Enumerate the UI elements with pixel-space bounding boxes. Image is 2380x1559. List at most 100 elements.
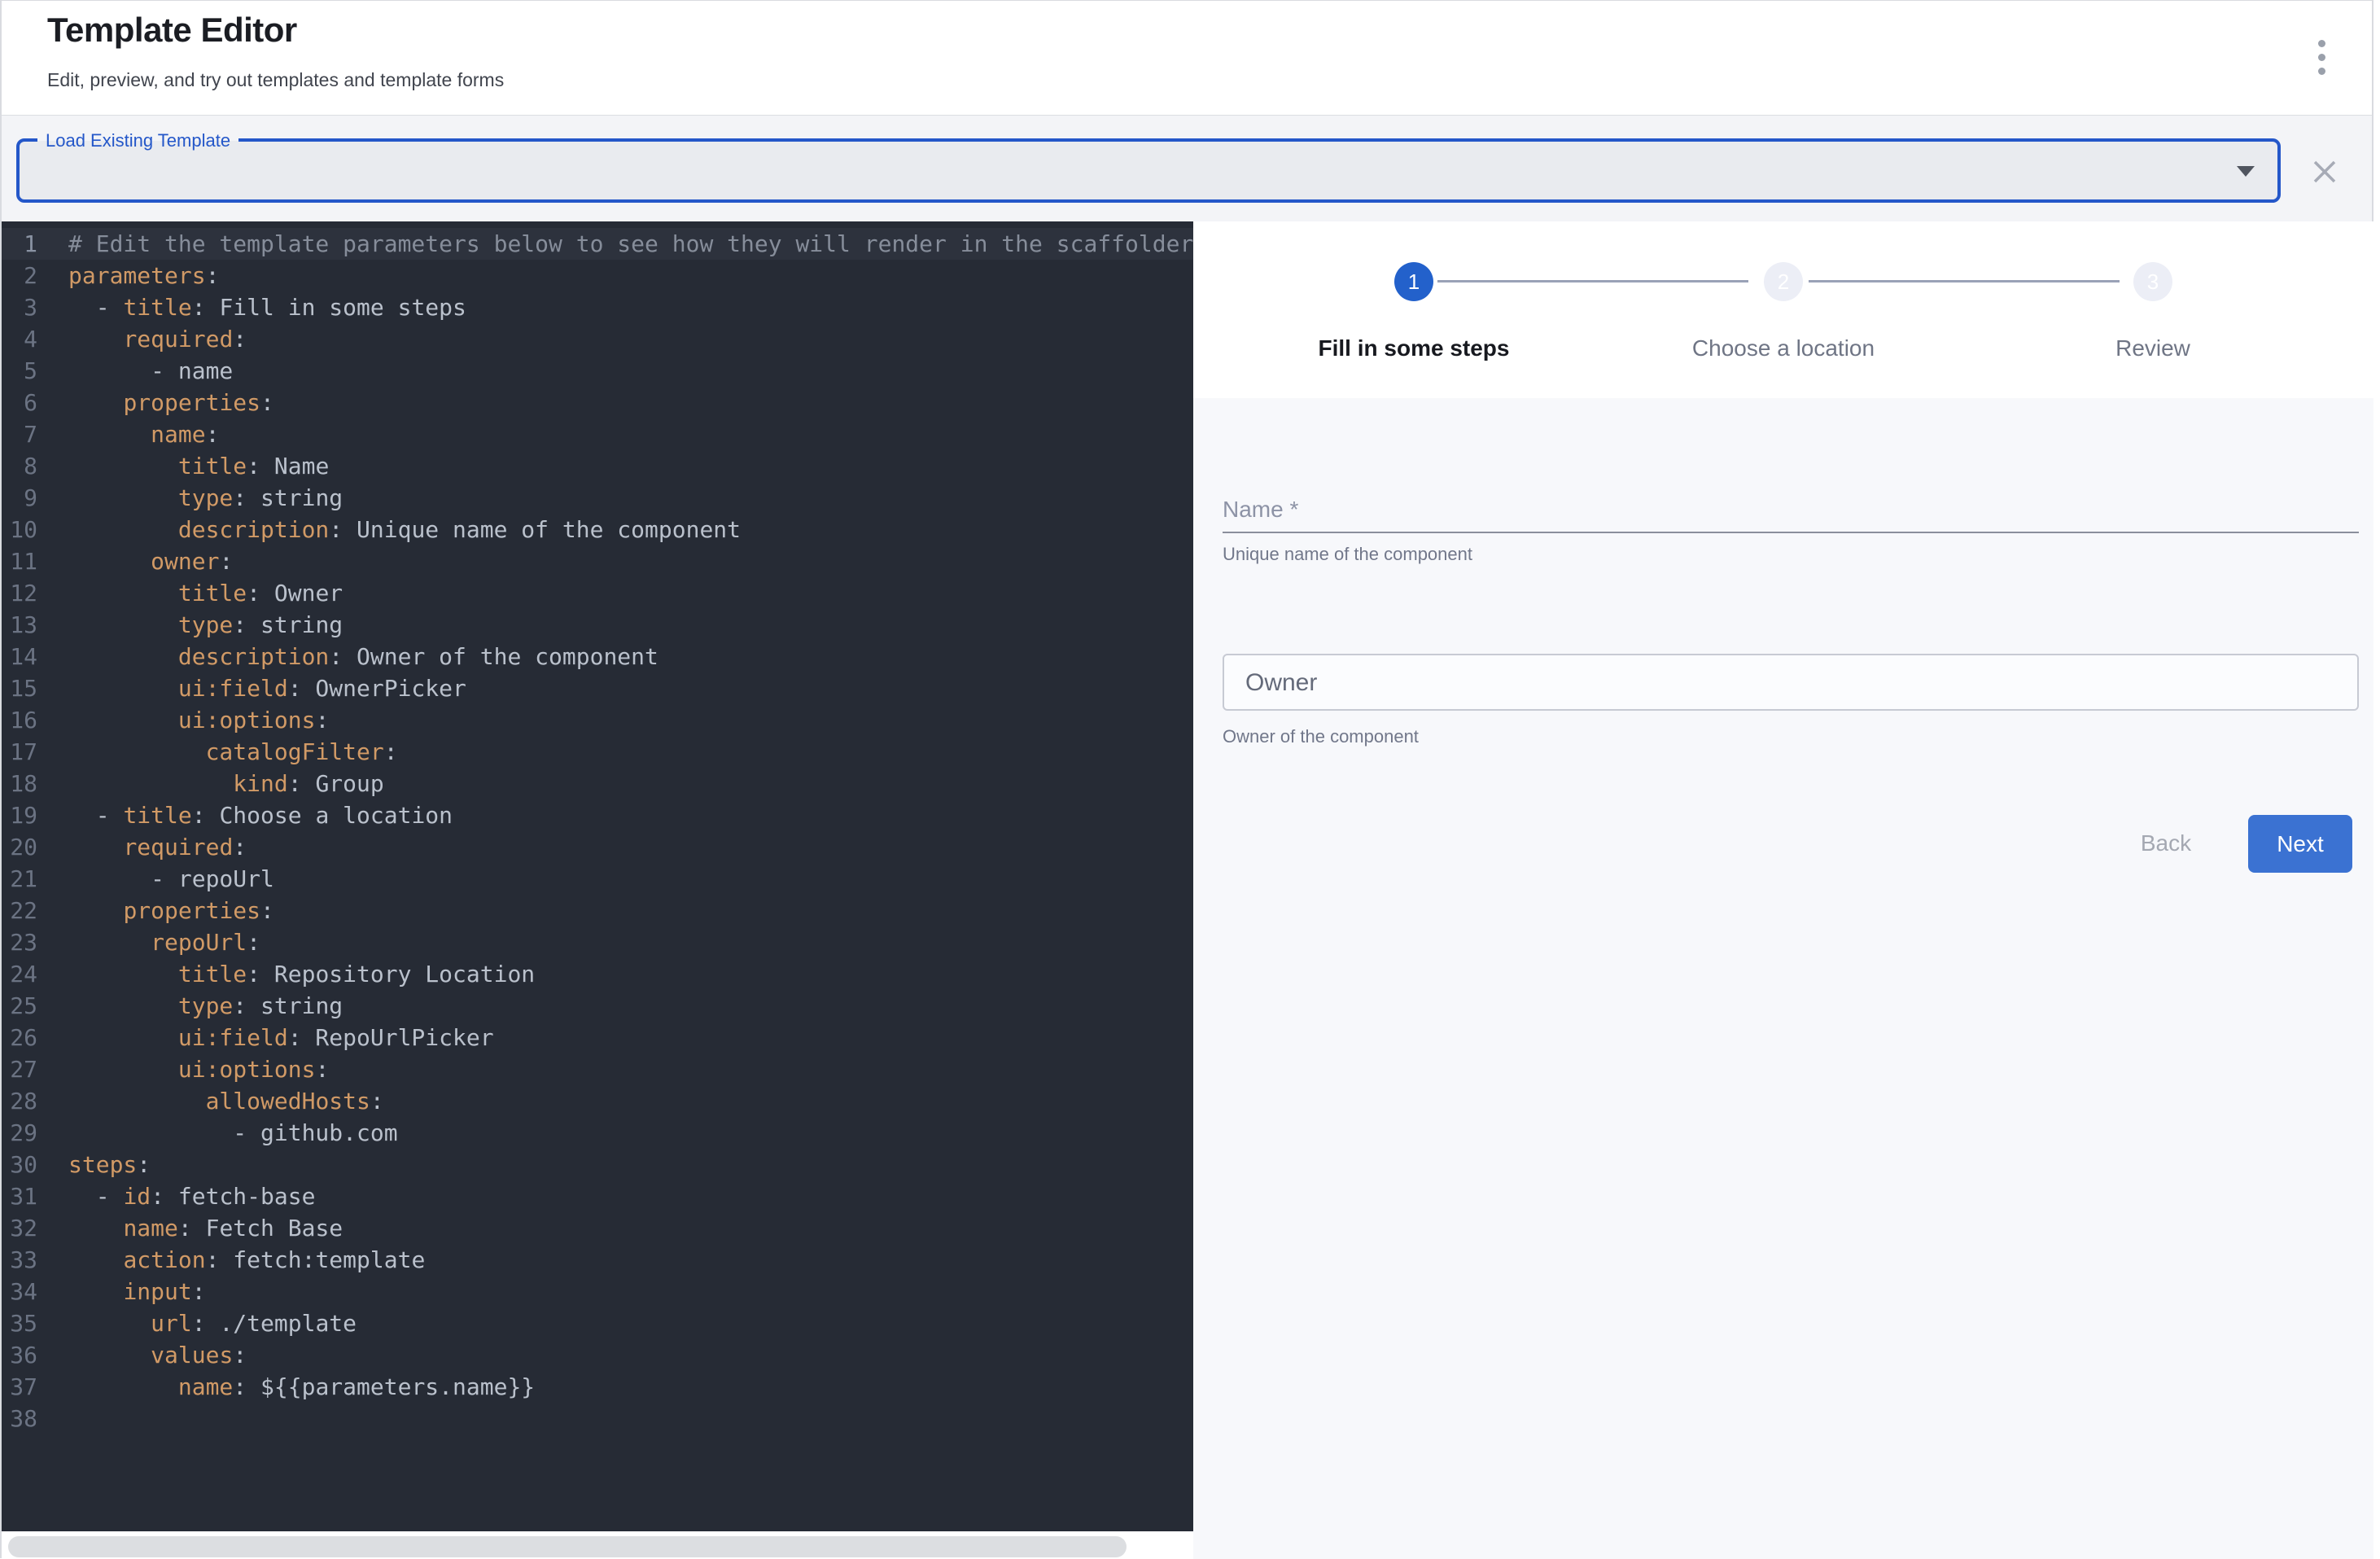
horizontal-scrollbar-track	[2, 1531, 1193, 1559]
line-code: allowedHosts:	[68, 1085, 384, 1117]
line-number: 10	[2, 514, 37, 545]
editor-line: 12 title: Owner	[2, 577, 1193, 609]
page-title: Template Editor	[47, 11, 297, 50]
owner-input[interactable]: Owner	[1223, 654, 2359, 711]
line-number: 26	[2, 1022, 37, 1053]
editor-line: 31 - id: fetch-base	[2, 1180, 1193, 1212]
editor-line: 4 required:	[2, 323, 1193, 355]
editor-line: 28 allowedHosts:	[2, 1085, 1193, 1117]
line-number: 34	[2, 1276, 37, 1307]
line-number: 9	[2, 482, 37, 514]
line-code: kind: Group	[68, 768, 384, 799]
next-button[interactable]: Next	[2248, 815, 2352, 873]
line-number: 15	[2, 672, 37, 704]
line-code: name: Fetch Base	[68, 1212, 343, 1244]
yaml-code-editor[interactable]: 1 # Edit the template parameters below to…	[2, 221, 1193, 1531]
name-input[interactable]	[1223, 482, 2359, 532]
line-code: repoUrl:	[68, 926, 260, 958]
editor-line: 24 title: Repository Location	[2, 958, 1193, 990]
line-number: 22	[2, 895, 37, 926]
line-number: 5	[2, 355, 37, 387]
more-options-button[interactable]	[2297, 28, 2346, 87]
line-code: type: string	[68, 482, 343, 514]
line-code: - name	[68, 355, 233, 387]
line-number: 4	[2, 323, 37, 355]
line-code: description: Owner of the component	[68, 641, 658, 672]
editor-line: 29 - github.com	[2, 1117, 1193, 1149]
line-code: description: Unique name of the componen…	[68, 514, 741, 545]
clear-selection-button[interactable]	[2307, 155, 2343, 190]
line-number: 24	[2, 958, 37, 990]
chevron-down-icon	[2237, 166, 2255, 177]
editor-line: 23 repoUrl:	[2, 926, 1193, 958]
line-number: 8	[2, 450, 37, 482]
line-code: - id: fetch-base	[68, 1180, 315, 1212]
line-code: name: ${{parameters.name}}	[68, 1371, 535, 1403]
editor-line: 30steps:	[2, 1149, 1193, 1180]
editor-line: 35 url: ./template	[2, 1307, 1193, 1339]
editor-line: 2parameters:	[2, 260, 1193, 291]
line-number: 27	[2, 1053, 37, 1085]
line-number: 16	[2, 704, 37, 736]
line-code: - title: Fill in some steps	[68, 291, 466, 323]
line-code: name:	[68, 418, 219, 450]
line-code: title: Repository Location	[68, 958, 535, 990]
line-number: 28	[2, 1085, 37, 1117]
line-code: properties:	[68, 387, 274, 418]
line-number: 23	[2, 926, 37, 958]
editor-line: 22 properties:	[2, 895, 1193, 926]
horizontal-scrollbar-thumb[interactable]	[8, 1536, 1127, 1557]
owner-field-helper: Owner of the component	[1223, 726, 1419, 747]
line-code: - github.com	[68, 1117, 398, 1149]
name-field-underline	[1223, 532, 2359, 533]
load-existing-template-select[interactable]: Load Existing Template	[16, 138, 2281, 203]
line-number: 29	[2, 1117, 37, 1149]
back-button[interactable]: Back	[2121, 819, 2211, 868]
editor-line: 36 values:	[2, 1339, 1193, 1371]
line-number: 31	[2, 1180, 37, 1212]
step-1-circle: 1	[1394, 262, 1433, 301]
line-number: 36	[2, 1339, 37, 1371]
editor-line: 19 - title: Choose a location	[2, 799, 1193, 831]
editor-line: 10 description: Unique name of the compo…	[2, 514, 1193, 545]
line-code: required:	[68, 323, 247, 355]
step-connector-1	[1437, 280, 1748, 282]
editor-line: 6 properties:	[2, 387, 1193, 418]
load-template-section: Load Existing Template	[2, 116, 2372, 221]
line-code: steps:	[68, 1149, 151, 1180]
line-number: 32	[2, 1212, 37, 1244]
editor-line: 25 type: string	[2, 990, 1193, 1022]
line-number: 18	[2, 768, 37, 799]
line-number: 11	[2, 545, 37, 577]
close-icon	[2308, 155, 2341, 188]
editor-line: 15 ui:field: OwnerPicker	[2, 672, 1193, 704]
editor-line: 9 type: string	[2, 482, 1193, 514]
line-code: ui:field: OwnerPicker	[68, 672, 466, 704]
line-number: 14	[2, 641, 37, 672]
template-editor-window: Template Editor Edit, preview, and try o…	[0, 0, 2373, 1558]
line-number: 12	[2, 577, 37, 609]
line-code: - repoUrl	[68, 863, 274, 895]
line-number: 7	[2, 418, 37, 450]
line-code: title: Name	[68, 450, 329, 482]
line-code: type: string	[68, 609, 343, 641]
page-subtitle: Edit, preview, and try out templates and…	[47, 69, 504, 91]
editor-line: 26 ui:field: RepoUrlPicker	[2, 1022, 1193, 1053]
step-3-circle: 3	[2133, 262, 2172, 301]
line-code: input:	[68, 1276, 206, 1307]
editor-line: 21 - repoUrl	[2, 863, 1193, 895]
line-code: ui:field: RepoUrlPicker	[68, 1022, 494, 1053]
line-number: 1	[2, 228, 37, 260]
line-code: properties:	[68, 895, 274, 926]
line-number: 2	[2, 260, 37, 291]
editor-line: 17 catalogFilter:	[2, 736, 1193, 768]
line-code: action: fetch:template	[68, 1244, 425, 1276]
line-number: 25	[2, 990, 37, 1022]
line-number: 13	[2, 609, 37, 641]
line-number: 21	[2, 863, 37, 895]
select-label: Load Existing Template	[37, 129, 238, 152]
editor-line: 16 ui:options:	[2, 704, 1193, 736]
line-code: # Edit the template parameters below to …	[68, 228, 1193, 260]
editor-line: 32 name: Fetch Base	[2, 1212, 1193, 1244]
step-2-label: Choose a location	[1645, 335, 1922, 361]
